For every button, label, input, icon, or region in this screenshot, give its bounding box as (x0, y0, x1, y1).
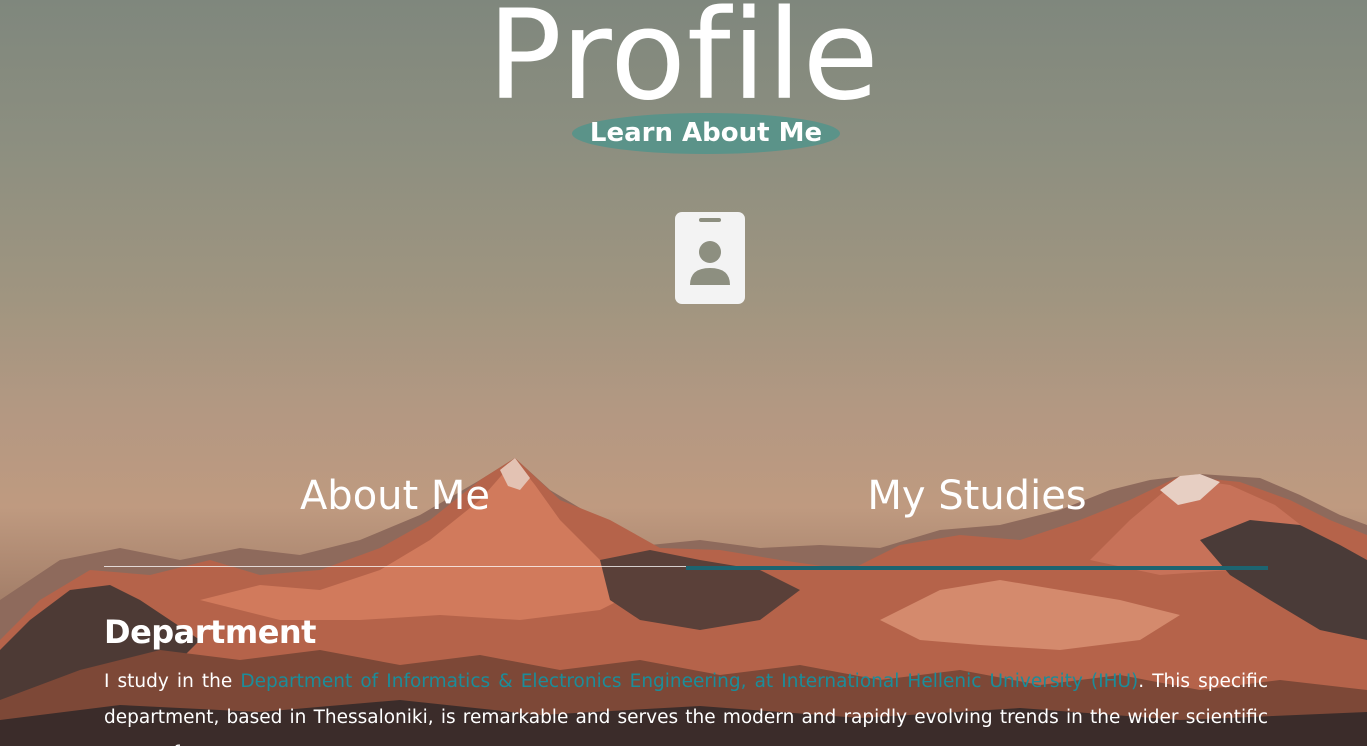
paragraph-text-start: I study in the (104, 671, 241, 692)
department-paragraph: I study in the Department of Informatics… (104, 664, 1268, 746)
department-link[interactable]: Department of Informatics & Electronics … (240, 671, 1138, 692)
tab-my-studies[interactable]: My Studies (686, 470, 1268, 522)
id-badge-icon (675, 212, 745, 304)
section-heading: Department (104, 613, 316, 651)
subtitle-pill: Learn About Me (572, 113, 840, 154)
active-tab-indicator (686, 566, 1268, 570)
page: Profile Learn About Me About Me My Studi… (0, 0, 1367, 746)
page-title: Profile (487, 0, 880, 128)
tab-about-me[interactable]: About Me (104, 470, 686, 522)
